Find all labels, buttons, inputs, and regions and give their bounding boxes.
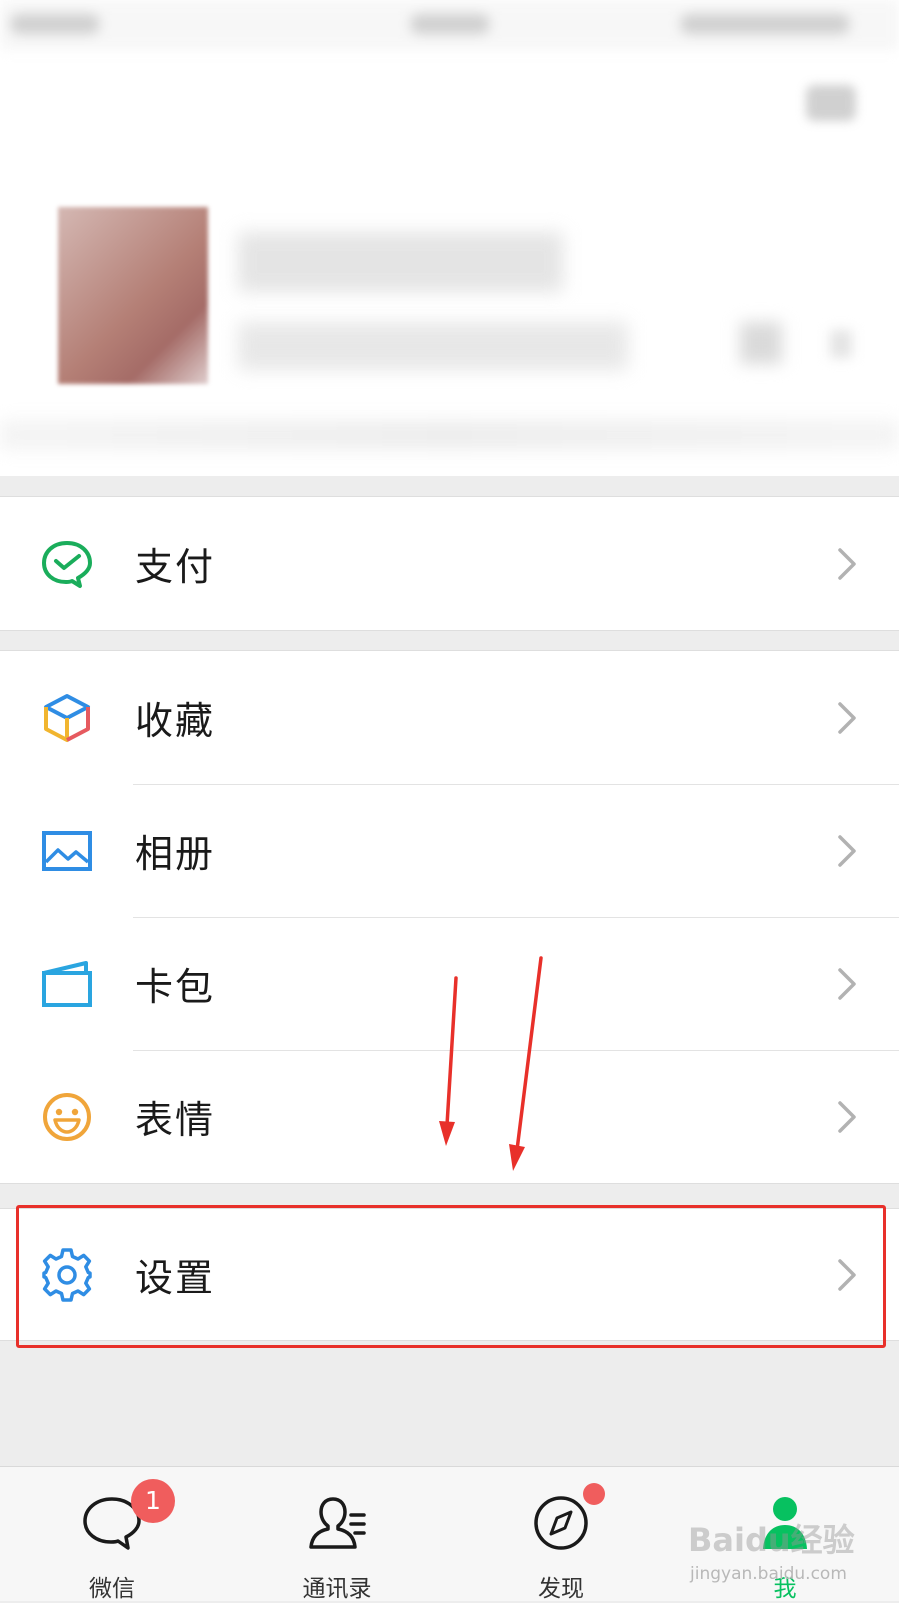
tab-label: 通讯录 bbox=[302, 1576, 372, 1602]
tab-label: 微信 bbox=[89, 1576, 135, 1602]
annotation-arrow-left bbox=[439, 976, 458, 1146]
watermark-url: jingyan.baidu.com bbox=[690, 1564, 847, 1584]
tab-contacts[interactable]: 通讯录 bbox=[257, 1467, 417, 1602]
tab-discover[interactable]: 发现 bbox=[481, 1467, 641, 1602]
watermark-brand: Baidu经验 bbox=[688, 1521, 855, 1559]
tab-label: 发现 bbox=[538, 1576, 584, 1602]
compass-icon bbox=[534, 1496, 588, 1550]
unread-badge: 1 bbox=[131, 1479, 175, 1523]
annotation-arrow-right bbox=[509, 956, 543, 1171]
contacts-icon bbox=[309, 1497, 366, 1549]
annotation-arrows bbox=[439, 956, 543, 1171]
new-content-dot bbox=[583, 1483, 605, 1505]
tab-chats[interactable]: 1 微信 bbox=[32, 1467, 192, 1602]
